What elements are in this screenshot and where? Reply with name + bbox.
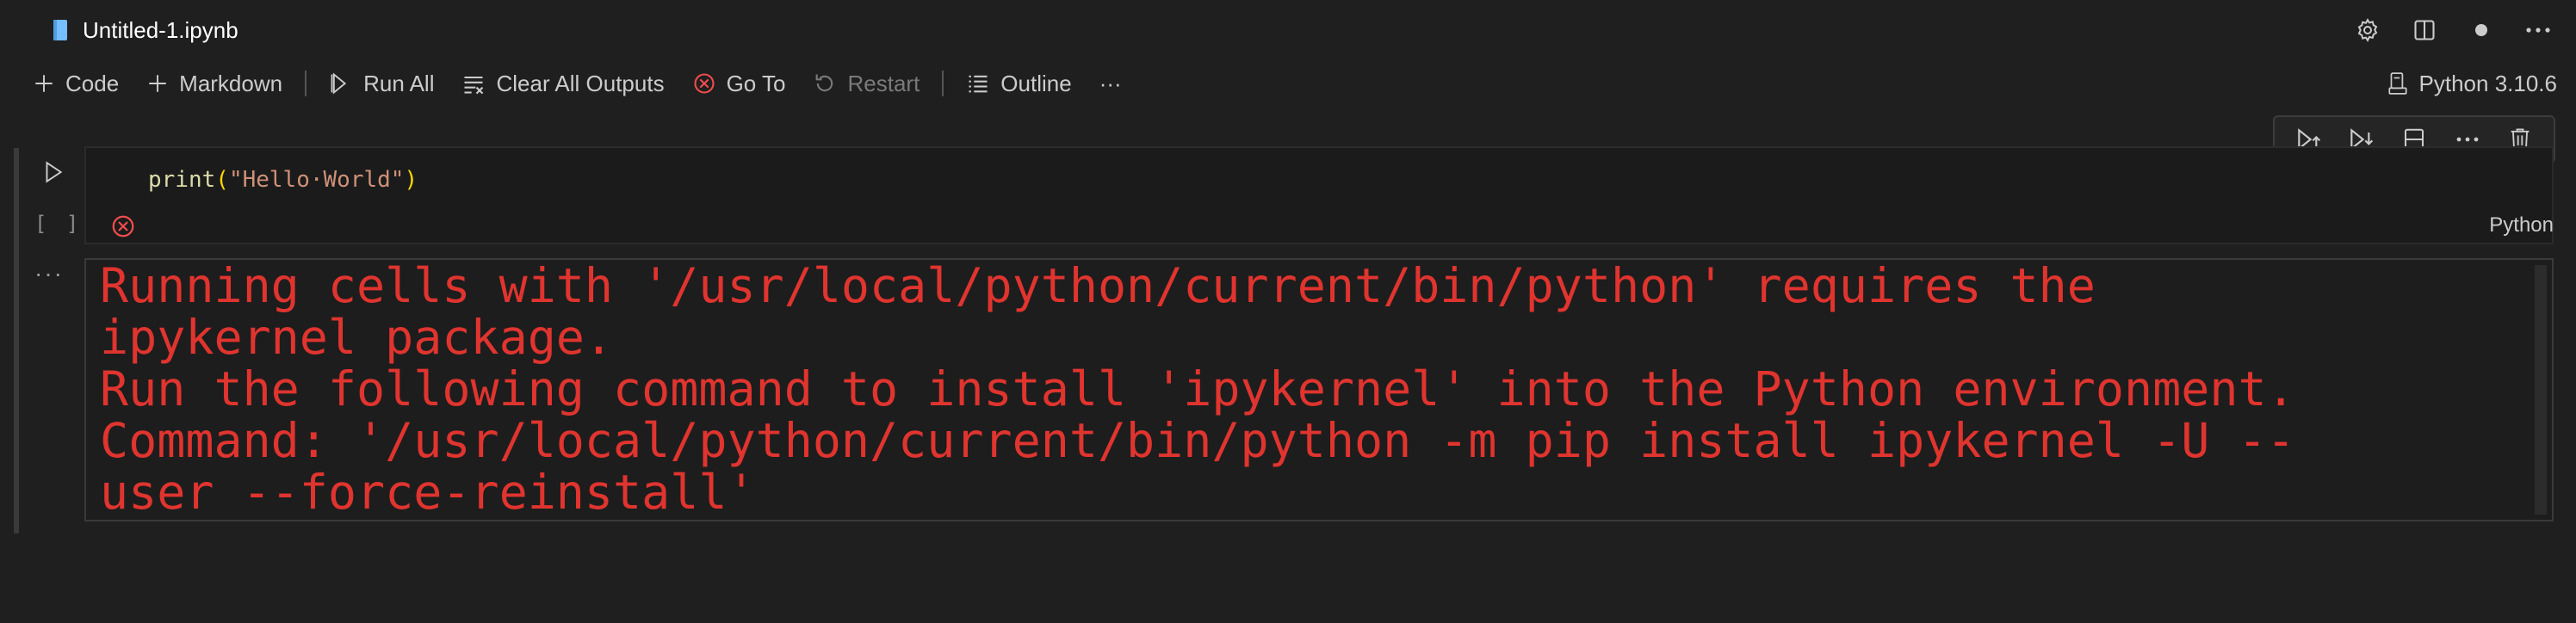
toolbar-more-button[interactable]: ··· bbox=[1091, 65, 1130, 102]
add-code-label: Code bbox=[65, 70, 120, 96]
notebook-toolbar: Code Markdown Run All Clear All Outputs … bbox=[0, 60, 2576, 107]
run-cell-button[interactable] bbox=[36, 155, 71, 189]
outline-button[interactable]: Outline bbox=[957, 65, 1080, 102]
editor-actions bbox=[2350, 0, 2555, 60]
output-scrollbar[interactable] bbox=[2535, 265, 2547, 515]
go-to-button[interactable]: Go To bbox=[684, 65, 795, 102]
settings-icon[interactable] bbox=[2350, 13, 2385, 47]
go-to-label: Go To bbox=[726, 70, 786, 96]
clear-all-outputs-label: Clear All Outputs bbox=[496, 70, 665, 96]
restart-icon bbox=[816, 74, 833, 92]
clear-all-outputs-button[interactable]: Clear All Outputs bbox=[453, 65, 672, 102]
title-bar: Untitled-1.ipynb bbox=[0, 0, 2576, 60]
kernel-picker[interactable]: Python 3.10.6 bbox=[2387, 60, 2557, 107]
output-more-icon[interactable]: ··· bbox=[34, 260, 64, 287]
restart-button[interactable]: Restart bbox=[804, 65, 928, 102]
output-line: Running cells with '/usr/local/python/cu… bbox=[100, 258, 2096, 313]
outline-list-icon bbox=[969, 75, 988, 93]
output-line: Command: '/usr/local/python/current/bin/… bbox=[100, 413, 2295, 468]
error-icon bbox=[694, 73, 715, 94]
tab-title: Untitled-1.ipynb bbox=[83, 16, 238, 43]
cell-output: Running cells with '/usr/local/python/cu… bbox=[84, 258, 2554, 521]
cell-focus-indicator[interactable] bbox=[14, 148, 19, 534]
kernel-icon bbox=[2387, 72, 2407, 95]
code-token-paren-close: ) bbox=[404, 167, 418, 193]
code-token-string: "Hello·World" bbox=[228, 167, 405, 193]
plus-icon bbox=[149, 75, 166, 92]
editor-tab[interactable]: Untitled-1.ipynb bbox=[31, 0, 259, 60]
run-all-icon bbox=[331, 72, 347, 95]
notebook-file-icon bbox=[52, 19, 69, 41]
cell-error-status-icon bbox=[112, 215, 134, 237]
more-actions-icon[interactable] bbox=[2521, 13, 2555, 47]
split-editor-icon[interactable] bbox=[2407, 13, 2442, 47]
cell-language-label[interactable]: Python bbox=[2489, 213, 2554, 237]
outline-label: Outline bbox=[1000, 70, 1072, 96]
run-all-label: Run All bbox=[363, 70, 435, 96]
code-line: print("Hello·World") bbox=[148, 167, 418, 193]
add-markdown-cell-button[interactable]: Markdown bbox=[138, 65, 291, 102]
add-code-cell-button[interactable]: Code bbox=[24, 65, 127, 102]
error-output-text: Running cells with '/usr/local/python/cu… bbox=[100, 260, 2536, 518]
plus-icon bbox=[35, 75, 53, 92]
play-icon bbox=[46, 161, 63, 183]
code-cell-editor[interactable]: print("Hello·World") bbox=[84, 146, 2554, 244]
restart-label: Restart bbox=[847, 70, 920, 96]
more-icon: ··· bbox=[1099, 70, 1122, 96]
clear-outputs-icon bbox=[464, 76, 484, 95]
code-token-function: print bbox=[148, 167, 216, 193]
output-line: Run the following command to install 'ip… bbox=[100, 361, 2295, 416]
code-token-paren-open: ( bbox=[215, 167, 229, 193]
output-line: user --force-reinstall' bbox=[100, 465, 756, 520]
toolbar-separator bbox=[305, 71, 307, 96]
toolbar-separator bbox=[942, 71, 944, 96]
add-markdown-label: Markdown bbox=[179, 70, 283, 96]
output-line: ipykernel package. bbox=[100, 310, 614, 365]
run-all-button[interactable]: Run All bbox=[320, 65, 443, 102]
execution-count: [ ] bbox=[34, 212, 83, 236]
unsaved-dot-icon[interactable] bbox=[2464, 13, 2499, 47]
kernel-label: Python 3.10.6 bbox=[2418, 70, 2557, 96]
